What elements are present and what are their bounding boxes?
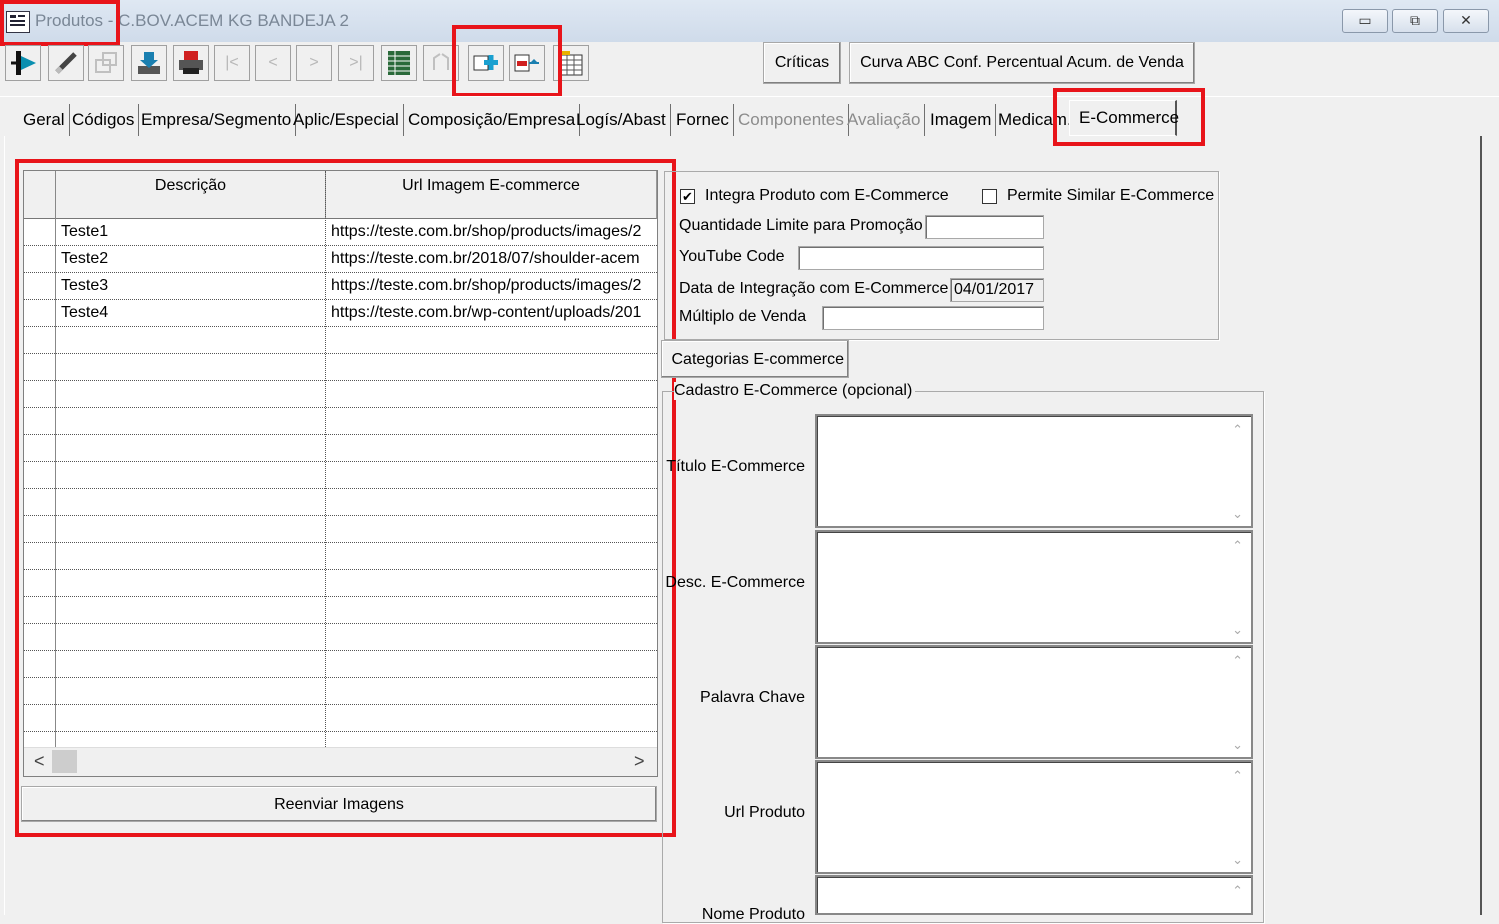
- disabled-icon: [95, 52, 117, 73]
- last-record-icon: >|: [349, 54, 363, 71]
- print-button[interactable]: [173, 45, 209, 81]
- permite-similar-label[interactable]: Permite Similar E-Commerce: [1007, 187, 1214, 205]
- data-integracao-field[interactable]: 04/01/2017: [950, 278, 1044, 302]
- table-button[interactable]: [381, 45, 417, 81]
- tab-area-divider: [0, 96, 1499, 97]
- cadastro-group-label: Cadastro E-Commerce (opcional): [674, 382, 916, 400]
- prev-record-button[interactable]: <: [255, 45, 291, 81]
- disabled-button[interactable]: [88, 45, 124, 81]
- nome-produto-label: Nome Produto: [701, 906, 805, 923]
- exit-button[interactable]: [5, 45, 41, 81]
- first-record-button[interactable]: |<: [214, 45, 250, 81]
- close-button[interactable]: ✕: [1443, 9, 1489, 33]
- titulo-ecommerce-label: Título E-Commerce: [666, 458, 805, 475]
- tab-avaliacao[interactable]: Avaliação: [843, 104, 926, 136]
- integra-label[interactable]: Integra Produto com E-Commerce: [705, 187, 949, 205]
- qtd-limite-input[interactable]: [925, 215, 1044, 239]
- desc-ecommerce-label: Desc. E-Commerce: [665, 574, 805, 591]
- permite-similar-checkbox[interactable]: [982, 189, 997, 204]
- tab-componentes[interactable]: Componentes: [734, 104, 849, 136]
- scroll-down-icon[interactable]: ⌄: [1232, 852, 1243, 868]
- youtube-code-label: YouTube Code: [679, 248, 785, 265]
- exit-icon: [11, 51, 36, 75]
- qtd-limite-label: Quantidade Limite para Promoção: [679, 217, 923, 234]
- integra-checkbox[interactable]: ✔: [680, 189, 695, 204]
- first-record-icon: |<: [225, 54, 239, 71]
- scroll-down-icon[interactable]: ⌄: [1232, 737, 1243, 753]
- last-record-button[interactable]: >|: [338, 45, 374, 81]
- tab-codigos[interactable]: Códigos: [68, 104, 140, 136]
- highlight-grid: [15, 159, 676, 837]
- close-icon: ✕: [1460, 12, 1472, 28]
- data-integracao-label: Data de Integração com E-Commerce: [679, 280, 949, 297]
- highlight-title: [0, 0, 120, 46]
- tab-empresa-segmento[interactable]: Empresa/Segmento: [137, 104, 297, 136]
- scroll-up-icon[interactable]: ⌃: [1232, 768, 1243, 784]
- palavra-chave-textarea[interactable]: ⌃ ⌄: [815, 645, 1253, 759]
- url-produto-textarea[interactable]: ⌃ ⌄: [815, 760, 1253, 874]
- multiplo-venda-input[interactable]: [822, 306, 1044, 330]
- minimize-icon: ▭: [1358, 12, 1372, 28]
- next-record-icon: >: [309, 54, 319, 71]
- title-bar: Produtos - C.BOV.ACEM KG BANDEJA 2 ▭ ⧉ ✕: [0, 0, 1499, 42]
- table-icon: [388, 51, 410, 75]
- multiplo-venda-label: Múltiplo de Venda: [679, 308, 807, 325]
- scroll-down-icon[interactable]: ⌄: [1232, 622, 1243, 638]
- scroll-up-icon[interactable]: ⌃: [1232, 538, 1243, 554]
- highlight-toolbar: [452, 25, 562, 97]
- checkmark-icon: ✔: [682, 189, 693, 204]
- tab-imagem[interactable]: Imagem: [926, 104, 997, 136]
- edit-pencil-icon: [55, 52, 77, 74]
- scroll-down-icon[interactable]: ⌄: [1232, 506, 1243, 522]
- next-record-button[interactable]: >: [296, 45, 332, 81]
- url-produto-label: Url Produto: [724, 804, 805, 821]
- scroll-up-icon[interactable]: ⌃: [1232, 883, 1243, 899]
- palavra-chave-label: Palavra Chave: [700, 689, 805, 706]
- edit-button[interactable]: [48, 45, 84, 81]
- categorias-ecommerce-button[interactable]: Categorias E-commerce: [661, 340, 849, 378]
- scroll-up-icon[interactable]: ⌃: [1232, 422, 1243, 438]
- save-button[interactable]: [131, 45, 167, 81]
- tab-logis-abast[interactable]: Logís/Abast: [572, 104, 671, 136]
- youtube-code-input[interactable]: [798, 246, 1044, 270]
- curva-abc-button[interactable]: Curva ABC Conf. Percentual Acum. de Vend…: [849, 42, 1195, 84]
- titulo-ecommerce-textarea[interactable]: ⌃ ⌄: [815, 414, 1253, 528]
- criticas-button[interactable]: Críticas: [763, 42, 841, 84]
- tab-composicao-empresa[interactable]: Composição/Empresa: [404, 104, 581, 136]
- save-icon: [138, 52, 160, 74]
- desc-ecommerce-textarea[interactable]: ⌃ ⌄: [815, 530, 1253, 644]
- restore-icon: ⧉: [1410, 12, 1420, 28]
- tab-geral[interactable]: Geral: [19, 104, 70, 136]
- scroll-up-icon[interactable]: ⌃: [1232, 653, 1243, 669]
- print-icon: [179, 51, 203, 74]
- prev-record-icon: <: [268, 54, 278, 71]
- tab-aplic-especial[interactable]: Aplic/Especial: [289, 104, 404, 136]
- restore-button[interactable]: ⧉: [1392, 9, 1438, 33]
- nome-produto-textarea[interactable]: ⌃: [815, 875, 1253, 915]
- minimize-button[interactable]: ▭: [1342, 9, 1388, 33]
- tab-fornec[interactable]: Fornec: [672, 104, 734, 136]
